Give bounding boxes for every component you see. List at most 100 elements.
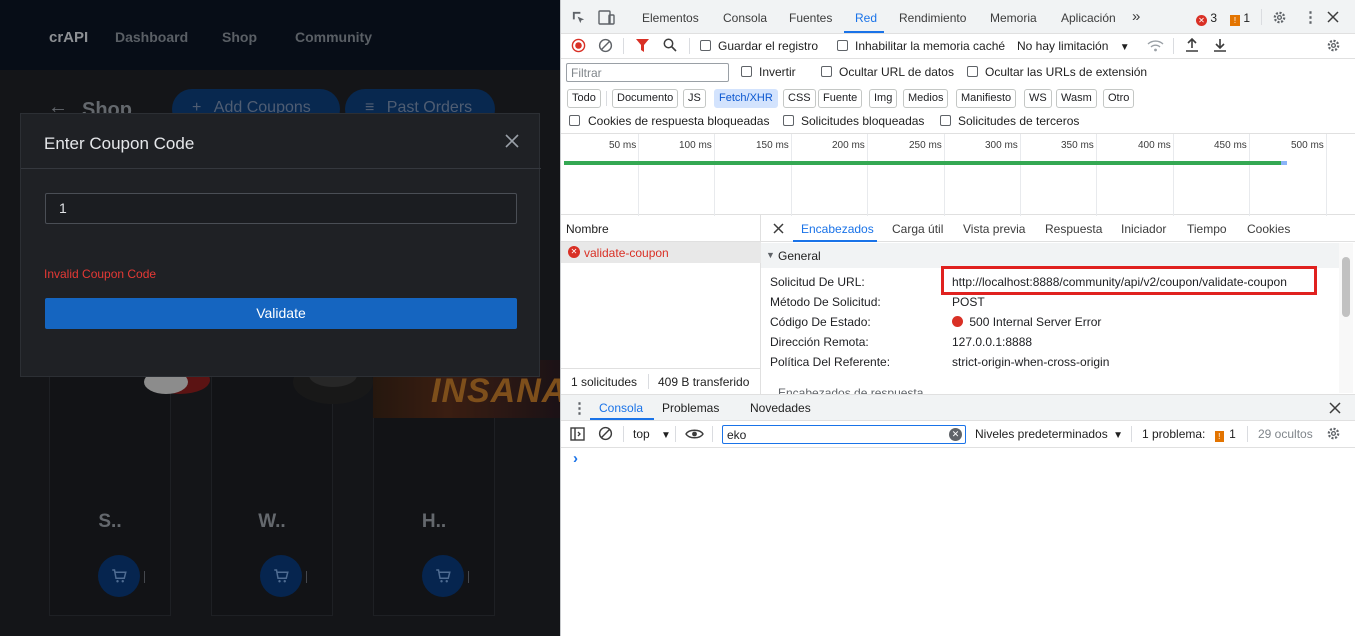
console-settings-gear-icon[interactable] [1326, 426, 1341, 441]
tab-aplicacion[interactable]: Aplicación [1061, 11, 1116, 25]
scrollbar-thumb[interactable] [1342, 257, 1350, 317]
network-conditions-icon[interactable] [1147, 39, 1164, 52]
clear-icon[interactable] [598, 38, 613, 53]
hide-extension-urls-label: Ocultar las URLs de extensión [985, 65, 1148, 79]
third-party-checkbox[interactable] [940, 115, 951, 126]
console-prompt[interactable]: › [573, 450, 578, 467]
errors-count: 3 [1210, 11, 1218, 25]
coupon-code-input[interactable]: 1 [45, 193, 517, 224]
tab-tiempo[interactable]: Tiempo [1187, 222, 1227, 236]
type-filter-medios[interactable]: Medios [903, 89, 949, 108]
tab-elementos[interactable]: Elementos [642, 11, 699, 25]
tab-rendimiento[interactable]: Rendimiento [899, 11, 966, 25]
tab-encabezados[interactable]: Encabezados [801, 222, 874, 236]
clear-console-icon[interactable] [598, 426, 613, 441]
error-icon: ✕ [1196, 15, 1207, 26]
network-settings-gear-icon[interactable] [1326, 38, 1341, 53]
timeline-gridline [1020, 134, 1021, 216]
clear-filter-icon[interactable]: ✕ [949, 428, 962, 441]
drawer-tab-problemas[interactable]: Problemas [662, 401, 719, 415]
tab-fuentes[interactable]: Fuentes [789, 11, 832, 25]
timeline-gridline [944, 134, 945, 216]
hide-extension-urls-checkbox[interactable] [967, 66, 978, 77]
remote-address-value[interactable]: 127.0.0.1:8888 [952, 335, 1032, 349]
tab-carga-util[interactable]: Carga útil [892, 222, 943, 236]
timeline-gridline [1326, 134, 1327, 216]
tab-vista-previa[interactable]: Vista previa [963, 222, 1025, 236]
close-details-icon[interactable] [773, 223, 784, 234]
errors-indicator[interactable]: ✕ 3 [1196, 11, 1217, 26]
preserve-log-checkbox[interactable] [700, 40, 711, 51]
network-timeline[interactable]: 50 ms 100 ms 150 ms 200 ms 250 ms 300 ms… [561, 133, 1355, 216]
request-method-value[interactable]: POST [952, 295, 985, 309]
inspect-element-icon[interactable] [571, 10, 586, 25]
type-filter-todo[interactable]: Todo [567, 89, 601, 108]
drawer-tab-consola[interactable]: Consola [599, 401, 643, 415]
close-devtools-icon[interactable] [1327, 11, 1339, 23]
blocked-requests-label: Solicitudes bloqueadas [801, 114, 925, 128]
request-row[interactable]: ✕ validate-coupon [561, 242, 761, 263]
response-headers-section[interactable]: Encabezados de respuesta [761, 381, 1339, 394]
tab-respuesta[interactable]: Respuesta [1045, 222, 1102, 236]
request-url-key: Solicitud De URL: [770, 275, 865, 289]
filter-input[interactable]: Filtrar [566, 63, 729, 82]
disable-cache-checkbox[interactable] [837, 40, 848, 51]
validate-button[interactable]: Validate [45, 298, 517, 329]
filter-funnel-icon[interactable] [636, 39, 649, 53]
type-filter-fetch-xhr[interactable]: Fetch/XHR [714, 89, 778, 108]
search-icon[interactable] [663, 38, 677, 52]
more-tabs-icon[interactable]: » [1132, 8, 1140, 25]
live-expression-eye-icon[interactable] [685, 428, 704, 440]
issues-link[interactable]: 1 problema: ! 1 [1142, 427, 1236, 442]
device-toolbar-icon[interactable] [598, 10, 615, 25]
tab-iniciador[interactable]: Iniciador [1121, 222, 1166, 236]
sidebar-toggle-icon[interactable] [570, 427, 585, 441]
warnings-indicator[interactable]: ! 1 [1230, 11, 1250, 26]
close-icon[interactable] [503, 132, 521, 150]
drawer-menu-icon[interactable]: ⋮ [572, 399, 587, 417]
tab-consola[interactable]: Consola [723, 11, 767, 25]
general-section-header[interactable]: ▼ General [761, 243, 1339, 268]
details-scrollbar[interactable] [1339, 243, 1353, 393]
drawer-tab-novedades[interactable]: Novedades [750, 401, 811, 415]
divider [606, 91, 607, 106]
request-summary-bar: 1 solicitudes 409 B transferido [561, 368, 761, 394]
name-column-header[interactable]: Nombre [561, 215, 761, 242]
type-filter-otro[interactable]: Otro [1103, 89, 1135, 108]
context-select[interactable]: top ▼ [633, 427, 671, 441]
type-filter-img[interactable]: Img [869, 89, 898, 108]
tab-memoria[interactable]: Memoria [990, 11, 1037, 25]
type-filter-fuente[interactable]: Fuente [818, 89, 863, 108]
devtools-tabbar: Elementos Consola Fuentes Red Rendimient… [561, 0, 1355, 34]
settings-gear-icon[interactable] [1272, 10, 1287, 25]
type-filter-manifiesto[interactable]: Manifiesto [956, 89, 1017, 108]
type-filter-css[interactable]: CSS [783, 89, 816, 108]
type-filter-js[interactable]: JS [683, 89, 706, 108]
blocked-requests-checkbox[interactable] [783, 115, 794, 126]
tab-red[interactable]: Red [855, 11, 877, 25]
general-title: General [778, 249, 821, 263]
status-code-value[interactable]: 500 Internal Server Error [952, 315, 1101, 329]
issue-flag-icon: ! [1214, 431, 1224, 442]
type-filter-ws[interactable]: WS [1024, 89, 1052, 108]
tab-cookies[interactable]: Cookies [1247, 222, 1290, 236]
referrer-policy-value[interactable]: strict-origin-when-cross-origin [952, 355, 1109, 369]
detail-tabbar: Encabezados Carga útil Vista previa Resp… [761, 215, 1355, 242]
blocked-cookies-checkbox[interactable] [569, 115, 580, 126]
divider [623, 38, 624, 54]
console-filter-input[interactable]: eko ✕ [722, 425, 966, 444]
download-har-icon[interactable] [1213, 37, 1227, 53]
timeline-gridline [791, 134, 792, 216]
throttling-select[interactable]: No hay limitación ▼ [1017, 39, 1130, 53]
close-drawer-icon[interactable] [1329, 402, 1341, 414]
invert-checkbox[interactable] [741, 66, 752, 77]
record-stop-icon[interactable] [571, 38, 586, 53]
type-filter-wasm[interactable]: Wasm [1056, 89, 1097, 108]
log-levels-select[interactable]: Niveles predeterminados ▼ [975, 427, 1123, 441]
hide-data-urls-checkbox[interactable] [821, 66, 832, 77]
upload-har-icon[interactable] [1185, 37, 1199, 53]
type-filter-documento[interactable]: Documento [612, 89, 679, 108]
divider [21, 168, 541, 169]
kebab-menu-icon[interactable]: ⋮ [1303, 8, 1318, 26]
timeline-gridline [638, 134, 639, 216]
